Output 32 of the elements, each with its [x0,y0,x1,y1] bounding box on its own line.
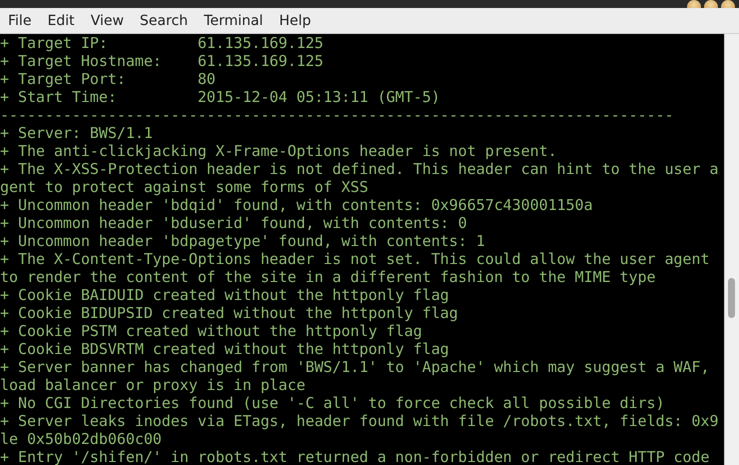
terminal-line: --------------------------------------------------------------------------- [0,106,675,124]
terminal-line: + Target Hostname: 61.135.169.125 [0,52,324,70]
menu-item[interactable]: Help [271,12,319,28]
terminal-line: + Cookie BDSVRTM created without the httponly flag [0,340,450,358]
terminal-line: le 0x50b02db060c00 [0,430,163,448]
terminal-line: + Cookie PSTM created without the httponly flag [0,322,424,340]
terminal-line: load balancer or proxy is in place [0,376,306,394]
terminal-line: + Server banner has changed from 'BWS/1.1' to 'Apache' which may suggest a WAF, [0,358,710,376]
terminal-line: + Entry '/shifen/' in robots.txt returned a non-forbidden or redirect HTTP code [0,448,710,465]
terminal-line: + Target Port: 80 [0,70,217,88]
terminal-line: + Uncommon header 'bdpagetype' found, with contents: 1 [0,232,486,250]
menu-item[interactable]: Search [132,12,196,28]
scrollbar[interactable] [724,34,739,465]
terminal-line: + Server leaks inodes via ETags, header found with file /robots.txt, fields: 0x9 [0,412,720,430]
menu-item[interactable]: File [0,12,40,28]
terminal-line: to render the content of the site in a different fashion to the MIME type [0,268,657,286]
menu-item[interactable]: Edit [39,12,83,28]
terminal-line: + The X-Content-Type-Options header is not set. This could allow the user agent [0,250,710,268]
terminal-line: + No CGI Directories found (use '-C all' to force check all possible dirs) [0,394,666,412]
terminal-line: + Uncommon header 'bdqid' found, with contents: 0x96657c430001150a [0,196,594,214]
terminal-line: + Cookie BAIDUID created without the httponly flag [0,286,450,304]
terminal-line: + The X-XSS-Protection header is not defined. This header can hint to the user a [0,160,720,178]
terminal-line: + The anti-clickjacking X-Frame-Options header is not present. [0,142,558,160]
scrollbar-thumb[interactable] [728,278,735,318]
terminal-line: + Uncommon header 'bduserid' found, with contents: 0 [0,214,468,232]
menu-item[interactable]: View [82,12,132,28]
terminal-line: + Target IP: 61.135.169.125 [0,34,324,52]
menu-item[interactable]: Terminal [196,12,272,28]
terminal-line: + Start Time: 2015-12-04 05:13:11 (GMT-5) [0,88,442,106]
terminal-line: + Server: BWS/1.1 [0,124,154,142]
terminal-line: gent to protect against some forms of XSS [0,178,370,196]
terminal-line: + Cookie BIDUPSID created without the httponly flag [0,304,460,322]
